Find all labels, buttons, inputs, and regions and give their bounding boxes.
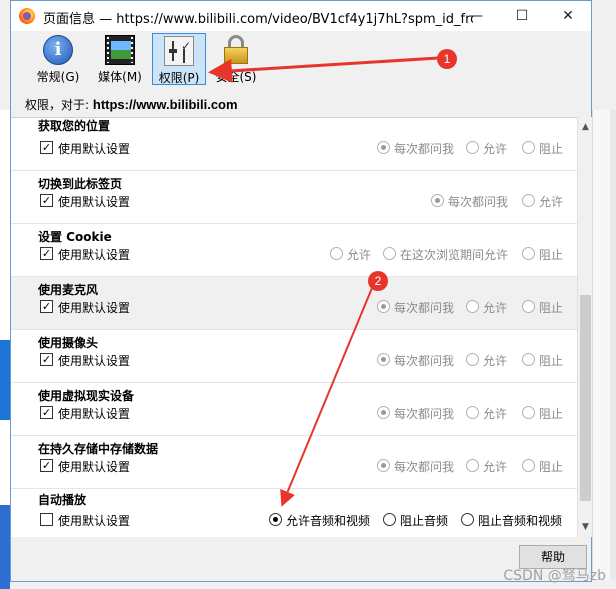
watermark: CSDN @驽马zb — [503, 568, 606, 584]
annotation-arrow-2 — [280, 287, 373, 507]
annotation-badge-1: 1 — [437, 49, 457, 69]
annotation-arrows — [208, 56, 439, 507]
annotation-badge-2: 2 — [368, 271, 388, 291]
annotation-arrow-1 — [208, 56, 439, 83]
